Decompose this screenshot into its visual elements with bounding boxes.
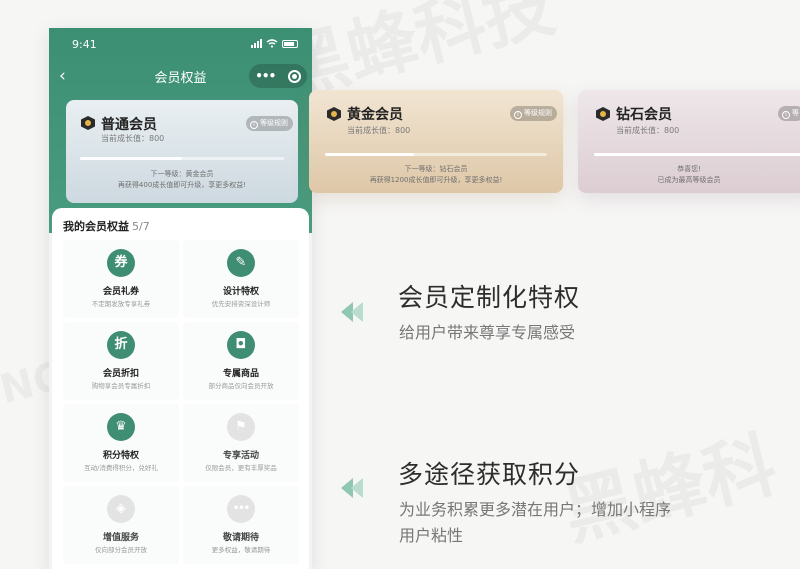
discount-icon: 折 [107,331,135,359]
feature-title: 多途径获取积分 [398,460,581,489]
tier-next-level: 下一等级：黄金会员 [150,170,214,178]
tier-upgrade-tip: 再获得1200成长值即可升级，享更多权益! [369,176,503,184]
tier-growth: 当前成长值：800 [347,126,411,135]
tier-next-level: 恭喜您! [677,165,701,173]
tier-rules-label: 等级规则 [260,119,288,127]
battery-icon [282,39,298,48]
tier-name: 黄金会员 [347,107,403,123]
status-bar: 9:41 [49,38,312,54]
right-item-desc: 互动/消费得积分，兑好礼 [84,464,158,472]
rights-title: 我的会员权益 5/7 [63,218,150,234]
feature-subtitle: 为业务积累更多潜在用户；增加小程序 用户粘性 [399,497,671,549]
right-item-desc: 不定期发放专享礼券 [91,300,151,308]
tier-badge-icon [327,107,341,121]
tier-card-diamond[interactable]: 钻石会员 当前成长值：800 i等 恭喜您! 已成为最高等级会员 [578,90,800,193]
tier-next-level: 下一等级：钻石会员 [404,165,468,173]
right-item-name: 专属商品 [222,369,259,379]
right-item-desc: 优先安排资深设计师 [211,300,271,308]
tier-progress-fill [80,157,182,160]
tier-upgrade-tip: 已成为最高等级会员 [657,176,721,184]
feature-title: 会员定制化特权 [398,283,581,312]
right-item-name: 敬请期待 [222,533,259,543]
tier-growth: 当前成长值：800 [101,134,165,143]
rights-count: 5/7 [132,220,150,233]
tier-name: 钻石会员 [616,107,672,123]
right-item-desc: 部分商品仅向会员开放 [208,382,274,390]
tier-progress-fill [325,153,414,156]
tier-card-ordinary[interactable]: 普通会员 当前成长值：800 i 等级规则 下一等级：黄金会员 再获得400成长值… [66,100,298,203]
nav-bar: ‹ 会员权益 ••• [49,64,312,90]
feature-subtitle: 给用户带来尊享专属感受 [399,320,575,346]
tier-progress-bar [325,153,547,156]
flag-icon: ⚑ [227,413,255,441]
right-item-name: 专享活动 [222,451,259,461]
mini-program-capsule: ••• [249,64,307,88]
status-time: 9:41 [72,38,97,51]
tier-upgrade-tip: 再获得400成长值即可升级，享更多权益! [117,181,247,189]
right-item-exclusive-events[interactable]: ⚑ 专享活动 仅限会员，更有丰厚奖品 [183,404,299,482]
tier-rules-button[interactable]: i等 [778,106,800,121]
feature-subtitle-line: 给用户带来尊享专属感受 [399,323,576,342]
ticket-icon: 券 [107,249,135,277]
right-item-gift-coupon[interactable]: 券 会员礼券 不定期发放专享礼券 [63,240,179,318]
right-item-value-added-service[interactable]: ◈ 增值服务 仅向部分会员开放 [63,486,179,564]
rights-title-label: 我的会员权益 [63,220,129,233]
tier-progress-bar [594,153,800,156]
right-item-name: 会员折扣 [102,369,139,379]
shopping-bag-icon: ◘ [227,331,255,359]
right-item-desc: 仅限会员，更有丰厚奖品 [205,464,277,472]
tier-card-gold[interactable]: 黄金会员 当前成长值：800 i 等级规则 下一等级：钻石会员 再获得1200成长… [309,90,563,193]
right-item-member-discount[interactable]: 折 会员折扣 购物享会员专属折扣 [63,322,179,400]
right-item-desc: 仅向部分会员开放 [95,546,147,554]
tier-growth: 当前成长值：800 [616,126,680,135]
arrow-left-icon [341,478,365,498]
right-item-name: 积分特权 [102,451,139,461]
tier-name: 普通会员 [101,117,157,133]
right-item-points-privilege[interactable]: ♛ 积分特权 互动/消费得积分，兑好礼 [63,404,179,482]
tier-progress-bar [80,157,284,160]
wifi-icon [266,39,278,48]
feature-subtitle-line: 用户粘性 [399,526,464,545]
signal-icon [251,39,262,48]
right-item-design-privilege[interactable]: ✎ 设计特权 优先安排资深设计师 [183,240,299,318]
tier-rules-button[interactable]: i 等级规则 [246,116,293,131]
tier-rules-button[interactable]: i 等级规则 [510,106,557,121]
arrow-left-icon [341,302,365,322]
feature-subtitle-line: 为业务积累更多潜在用户；增加小程序 [399,500,672,519]
right-item-name: 会员礼券 [102,287,139,297]
right-item-desc: 更多权益，敬请期待 [211,546,271,554]
status-icons [251,39,298,48]
pencil-ruler-icon: ✎ [227,249,255,277]
right-item-coming-soon[interactable]: ••• 敬请期待 更多权益，敬请期待 [183,486,299,564]
member-rights-panel: 我的会员权益 5/7 券 会员礼券 不定期发放专享礼券 ✎ 设计特权 优先安排资深… [52,208,309,569]
close-target-icon[interactable] [287,69,301,83]
box-icon: ◈ [107,495,135,523]
tier-badge-icon [81,116,95,130]
tier-progress-fill [594,153,800,156]
crown-icon: ♛ [107,413,135,441]
right-item-exclusive-goods[interactable]: ◘ 专属商品 部分商品仅向会员开放 [183,322,299,400]
more-icon: ••• [227,495,255,523]
right-item-name: 设计特权 [222,287,259,297]
tier-badge-icon [596,107,610,121]
more-icon[interactable]: ••• [255,69,276,83]
right-item-desc: 购物享会员专属折扣 [91,382,151,390]
right-item-name: 增值服务 [102,533,139,543]
tier-rules-label: 等 [792,109,799,117]
tier-rules-label: 等级规则 [524,109,552,117]
